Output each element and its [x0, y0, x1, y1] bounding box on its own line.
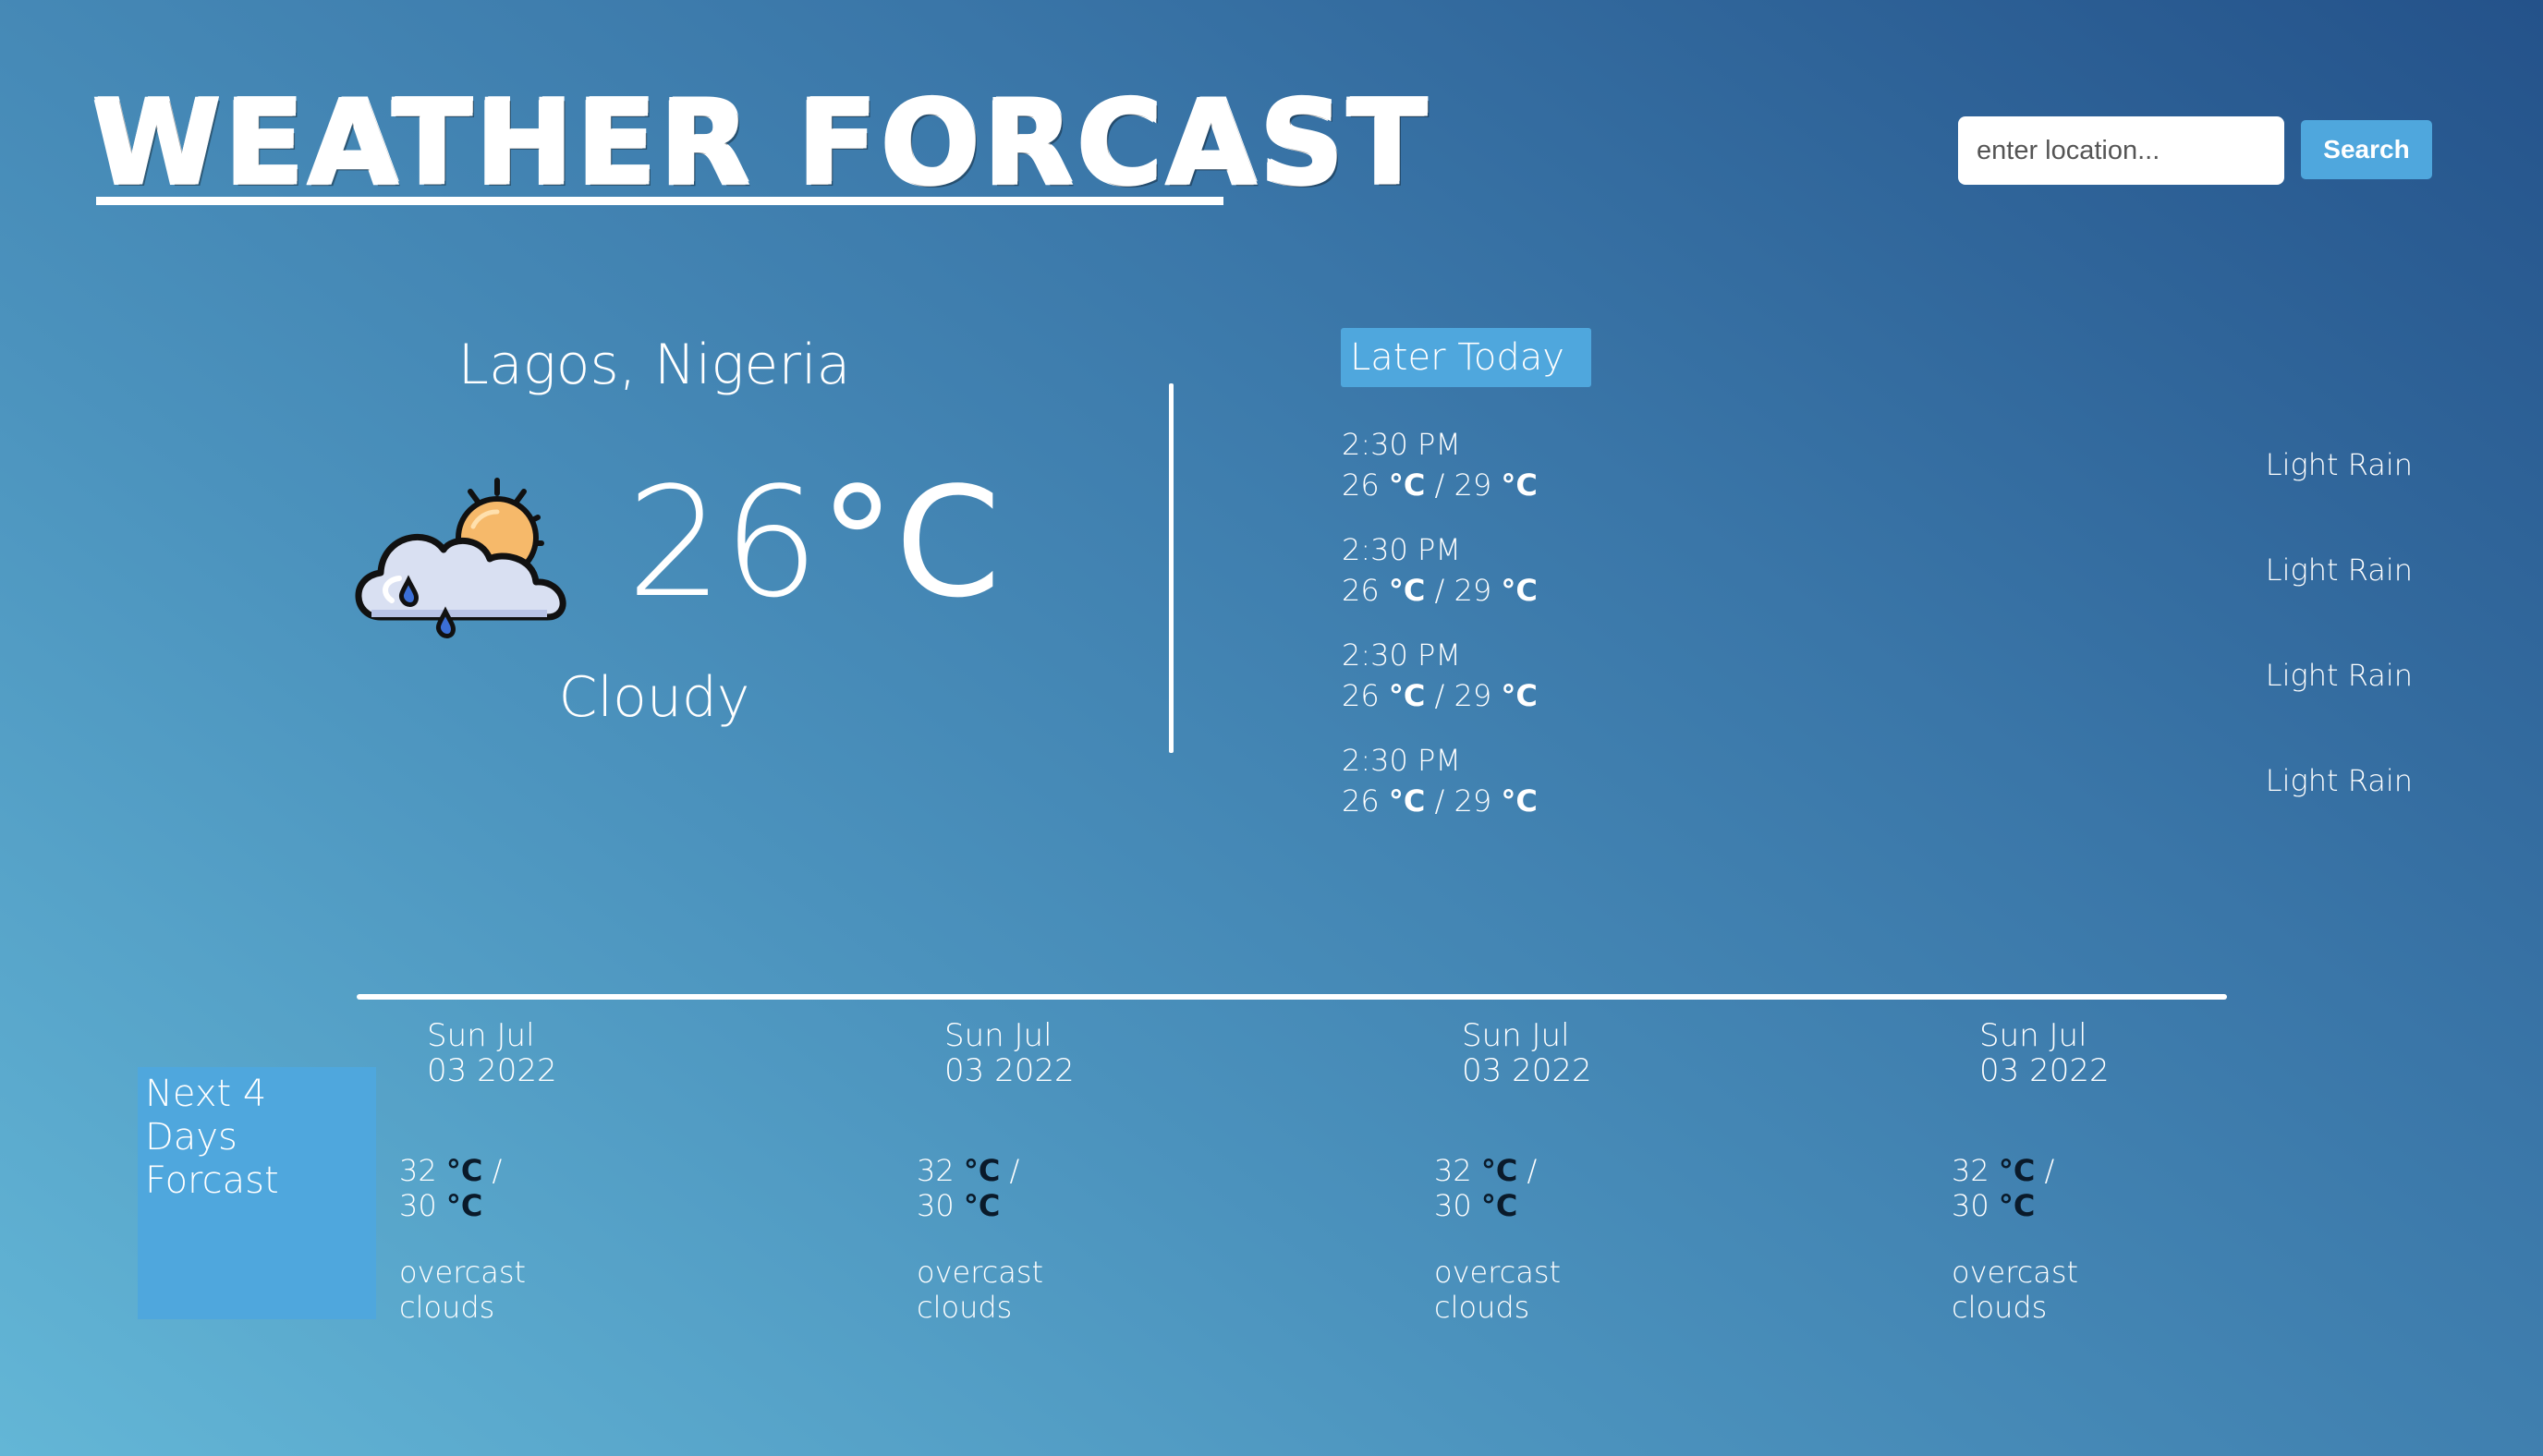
hourly-high: 29: [1454, 467, 1492, 503]
hourly-low-unit: °C: [1388, 573, 1426, 608]
forecast-description: overcast clouds: [1434, 1255, 1562, 1325]
forecast-description: overcast clouds: [399, 1255, 527, 1325]
forecast-low-unit: °C: [1480, 1188, 1518, 1223]
later-today-label: Later Today: [1341, 328, 1591, 387]
forecast-low-unit: °C: [445, 1188, 483, 1223]
forecast-day-card: Sun Jul 03 2022 32 °C / 30 °C overcast c…: [1434, 1018, 1804, 1332]
forecast-low-unit: °C: [963, 1188, 1001, 1223]
hourly-time: 2:30 PM: [1342, 427, 1461, 462]
forecast-low: 30: [917, 1188, 955, 1223]
forecast-high-unit: °C: [963, 1153, 1001, 1188]
forecast-high: 32: [917, 1153, 955, 1188]
forecast-temperature-range: 32 °C / 30 °C: [399, 1153, 503, 1223]
forecast-low: 30: [1434, 1188, 1472, 1223]
forecast-date: Sun Jul 03 2022: [1462, 1017, 1592, 1089]
forecast-high-unit: °C: [445, 1153, 483, 1188]
forecast-high: 32: [399, 1153, 437, 1188]
current-temperature-value: 26: [627, 455, 820, 631]
hourly-low: 26: [1342, 783, 1380, 819]
forecast-temperature-range: 32 °C / 30 °C: [1434, 1153, 1538, 1223]
hourly-low: 26: [1342, 467, 1380, 503]
hourly-condition: Light Rain: [2265, 658, 2413, 693]
hourly-low-unit: °C: [1388, 678, 1426, 713]
hourly-condition: Light Rain: [2265, 552, 2413, 588]
hourly-row: 2:30 PM 26 °C / 29 °C Light Rain: [1342, 532, 2432, 625]
hourly-high: 29: [1454, 678, 1492, 713]
forecast-high-unit: °C: [1998, 1153, 2036, 1188]
hourly-high-unit: °C: [1501, 783, 1538, 819]
forecast-label: Next 4 Days Forcast: [138, 1067, 376, 1319]
forecast-date: Sun Jul 03 2022: [427, 1017, 557, 1089]
forecast-date: Sun Jul 03 2022: [944, 1017, 1075, 1089]
search-input[interactable]: [1958, 116, 2284, 185]
forecast-low-unit: °C: [1998, 1188, 2036, 1223]
hourly-low: 26: [1342, 678, 1380, 713]
hourly-temperature-range: 26 °C / 29 °C: [1342, 467, 1538, 503]
forecast-low: 30: [399, 1188, 437, 1223]
title-underline: [96, 197, 1223, 205]
forecast-description: overcast clouds: [1952, 1255, 2079, 1325]
horizontal-divider: [357, 994, 2227, 1000]
hourly-high-unit: °C: [1501, 678, 1538, 713]
forecast-day-card: Sun Jul 03 2022 32 °C / 30 °C overcast c…: [1952, 1018, 2321, 1332]
hourly-low: 26: [1342, 573, 1380, 608]
page-title: WEATHER FORCAST: [91, 75, 1431, 211]
forecast-temperature-range: 32 °C / 30 °C: [1952, 1153, 2055, 1223]
hourly-condition: Light Rain: [2265, 763, 2413, 798]
forecast-date: Sun Jul 03 2022: [1979, 1017, 2110, 1089]
hourly-condition: Light Rain: [2265, 447, 2413, 482]
forecast-high: 32: [1434, 1153, 1472, 1188]
forecast-temperature-range: 32 °C / 30 °C: [917, 1153, 1020, 1223]
current-temperature: 26°C: [627, 467, 1001, 619]
hourly-high-unit: °C: [1501, 467, 1538, 503]
hourly-time: 2:30 PM: [1342, 532, 1461, 567]
hourly-row: 2:30 PM 26 °C / 29 °C Light Rain: [1342, 637, 2432, 730]
cloud-sun-rain-icon: [344, 471, 584, 647]
hourly-low-unit: °C: [1388, 467, 1426, 503]
forecast-high-unit: °C: [1480, 1153, 1518, 1188]
forecast-day-card: Sun Jul 03 2022 32 °C / 30 °C overcast c…: [917, 1018, 1286, 1332]
hourly-low-unit: °C: [1388, 783, 1426, 819]
hourly-row: 2:30 PM 26 °C / 29 °C Light Rain: [1342, 743, 2432, 835]
current-condition: Cloudy: [558, 665, 750, 730]
forecast-day-card: Sun Jul 03 2022 32 °C / 30 °C overcast c…: [399, 1018, 769, 1332]
hourly-time: 2:30 PM: [1342, 637, 1461, 673]
forecast-high: 32: [1952, 1153, 1989, 1188]
hourly-row: 2:30 PM 26 °C / 29 °C Light Rain: [1342, 427, 2432, 519]
hourly-temperature-range: 26 °C / 29 °C: [1342, 573, 1538, 608]
city-name: Lagos, Nigeria: [457, 333, 851, 397]
hourly-high: 29: [1454, 573, 1492, 608]
search-button[interactable]: Search: [2301, 120, 2432, 179]
forecast-low: 30: [1952, 1188, 1989, 1223]
hourly-temperature-range: 26 °C / 29 °C: [1342, 678, 1538, 713]
hourly-high-unit: °C: [1501, 573, 1538, 608]
hourly-high: 29: [1454, 783, 1492, 819]
forecast-description: overcast clouds: [917, 1255, 1044, 1325]
current-temperature-unit: °C: [819, 455, 1002, 631]
vertical-divider: [1169, 383, 1174, 753]
hourly-temperature-range: 26 °C / 29 °C: [1342, 783, 1538, 819]
hourly-time: 2:30 PM: [1342, 743, 1461, 778]
